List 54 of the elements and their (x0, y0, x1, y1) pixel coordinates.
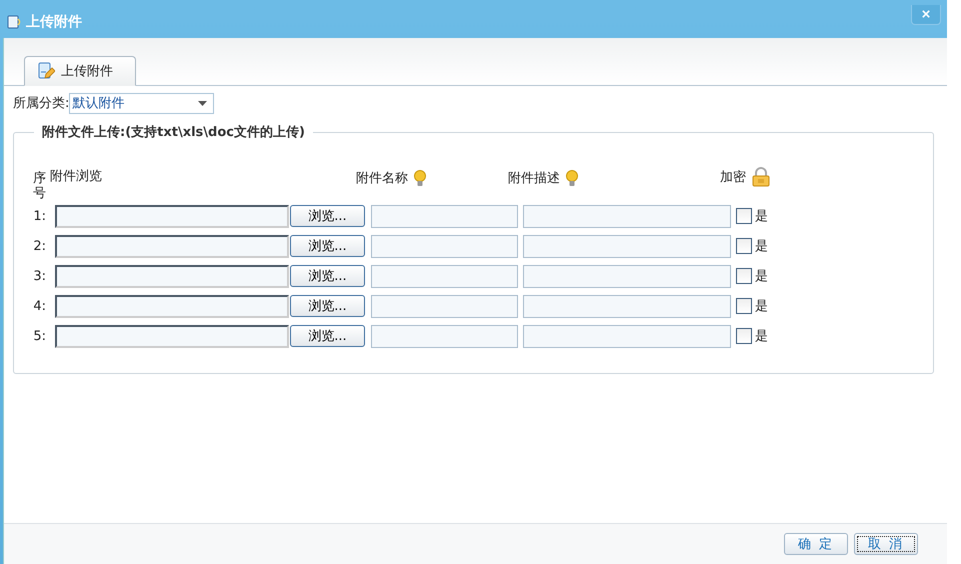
browse-button[interactable]: 浏览... (290, 295, 365, 317)
category-dropdown[interactable]: 默认附件 (69, 92, 214, 114)
checkbox-label: 是 (755, 298, 768, 315)
tab-label: 上传附件 (61, 63, 113, 80)
encrypt-checkbox[interactable] (736, 238, 752, 254)
row-number: 3: (32, 268, 46, 284)
column-header: 加密 (720, 169, 746, 186)
fieldset-legend: 附件文件上传:(支持txt\xls\doc文件的上传) (34, 123, 313, 141)
checkbox-label: 是 (755, 238, 768, 255)
row-number: 4: (32, 298, 46, 314)
lightbulb-icon (414, 170, 426, 186)
description-field[interactable] (523, 234, 731, 258)
file-path-field[interactable] (55, 264, 289, 288)
lightbulb-icon (566, 170, 578, 186)
window-icon (6, 14, 22, 30)
name-field[interactable] (371, 294, 518, 318)
dialog-button[interactable]: 确 定 (784, 533, 848, 555)
name-field[interactable] (371, 234, 518, 258)
name-field[interactable] (371, 324, 518, 348)
name-field[interactable] (371, 204, 518, 228)
checkbox-label: 是 (755, 208, 768, 225)
row-number: 2: (32, 238, 46, 254)
document-pencil-icon (37, 62, 55, 80)
name-field[interactable] (371, 264, 518, 288)
file-path-field[interactable] (55, 234, 289, 258)
window-title: 上传附件 (26, 12, 82, 30)
browse-button[interactable]: 浏览... (290, 325, 365, 347)
checkbox-label: 是 (755, 328, 768, 345)
browse-button[interactable]: 浏览... (290, 205, 365, 227)
browse-button[interactable]: 浏览... (290, 265, 365, 287)
column-header: 序号 (32, 172, 46, 201)
description-field[interactable] (523, 204, 731, 228)
encrypt-checkbox[interactable] (736, 298, 752, 314)
description-field[interactable] (523, 294, 731, 318)
encrypt-checkbox[interactable] (736, 268, 752, 284)
column-header: 附件名称 (356, 170, 408, 187)
file-path-field[interactable] (55, 324, 289, 348)
padlock-icon (752, 167, 770, 187)
row-number: 1: (32, 208, 46, 224)
description-field[interactable] (523, 264, 731, 288)
column-header: 附件描述 (508, 170, 560, 187)
encrypt-checkbox[interactable] (736, 208, 752, 224)
encrypt-checkbox[interactable] (736, 328, 752, 344)
description-field[interactable] (523, 324, 731, 348)
checkbox-label: 是 (755, 268, 768, 285)
category-label: 所属分类: (13, 95, 70, 112)
caret-icon (198, 100, 208, 106)
tab[interactable]: 上传附件 (24, 56, 136, 86)
column-header: 附件浏览 (50, 168, 103, 185)
file-path-field[interactable] (55, 294, 289, 318)
browse-button[interactable]: 浏览... (290, 235, 365, 257)
file-path-field[interactable] (55, 204, 289, 228)
row-number: 5: (32, 328, 46, 344)
dialog-button[interactable]: 取 消 (854, 533, 918, 555)
